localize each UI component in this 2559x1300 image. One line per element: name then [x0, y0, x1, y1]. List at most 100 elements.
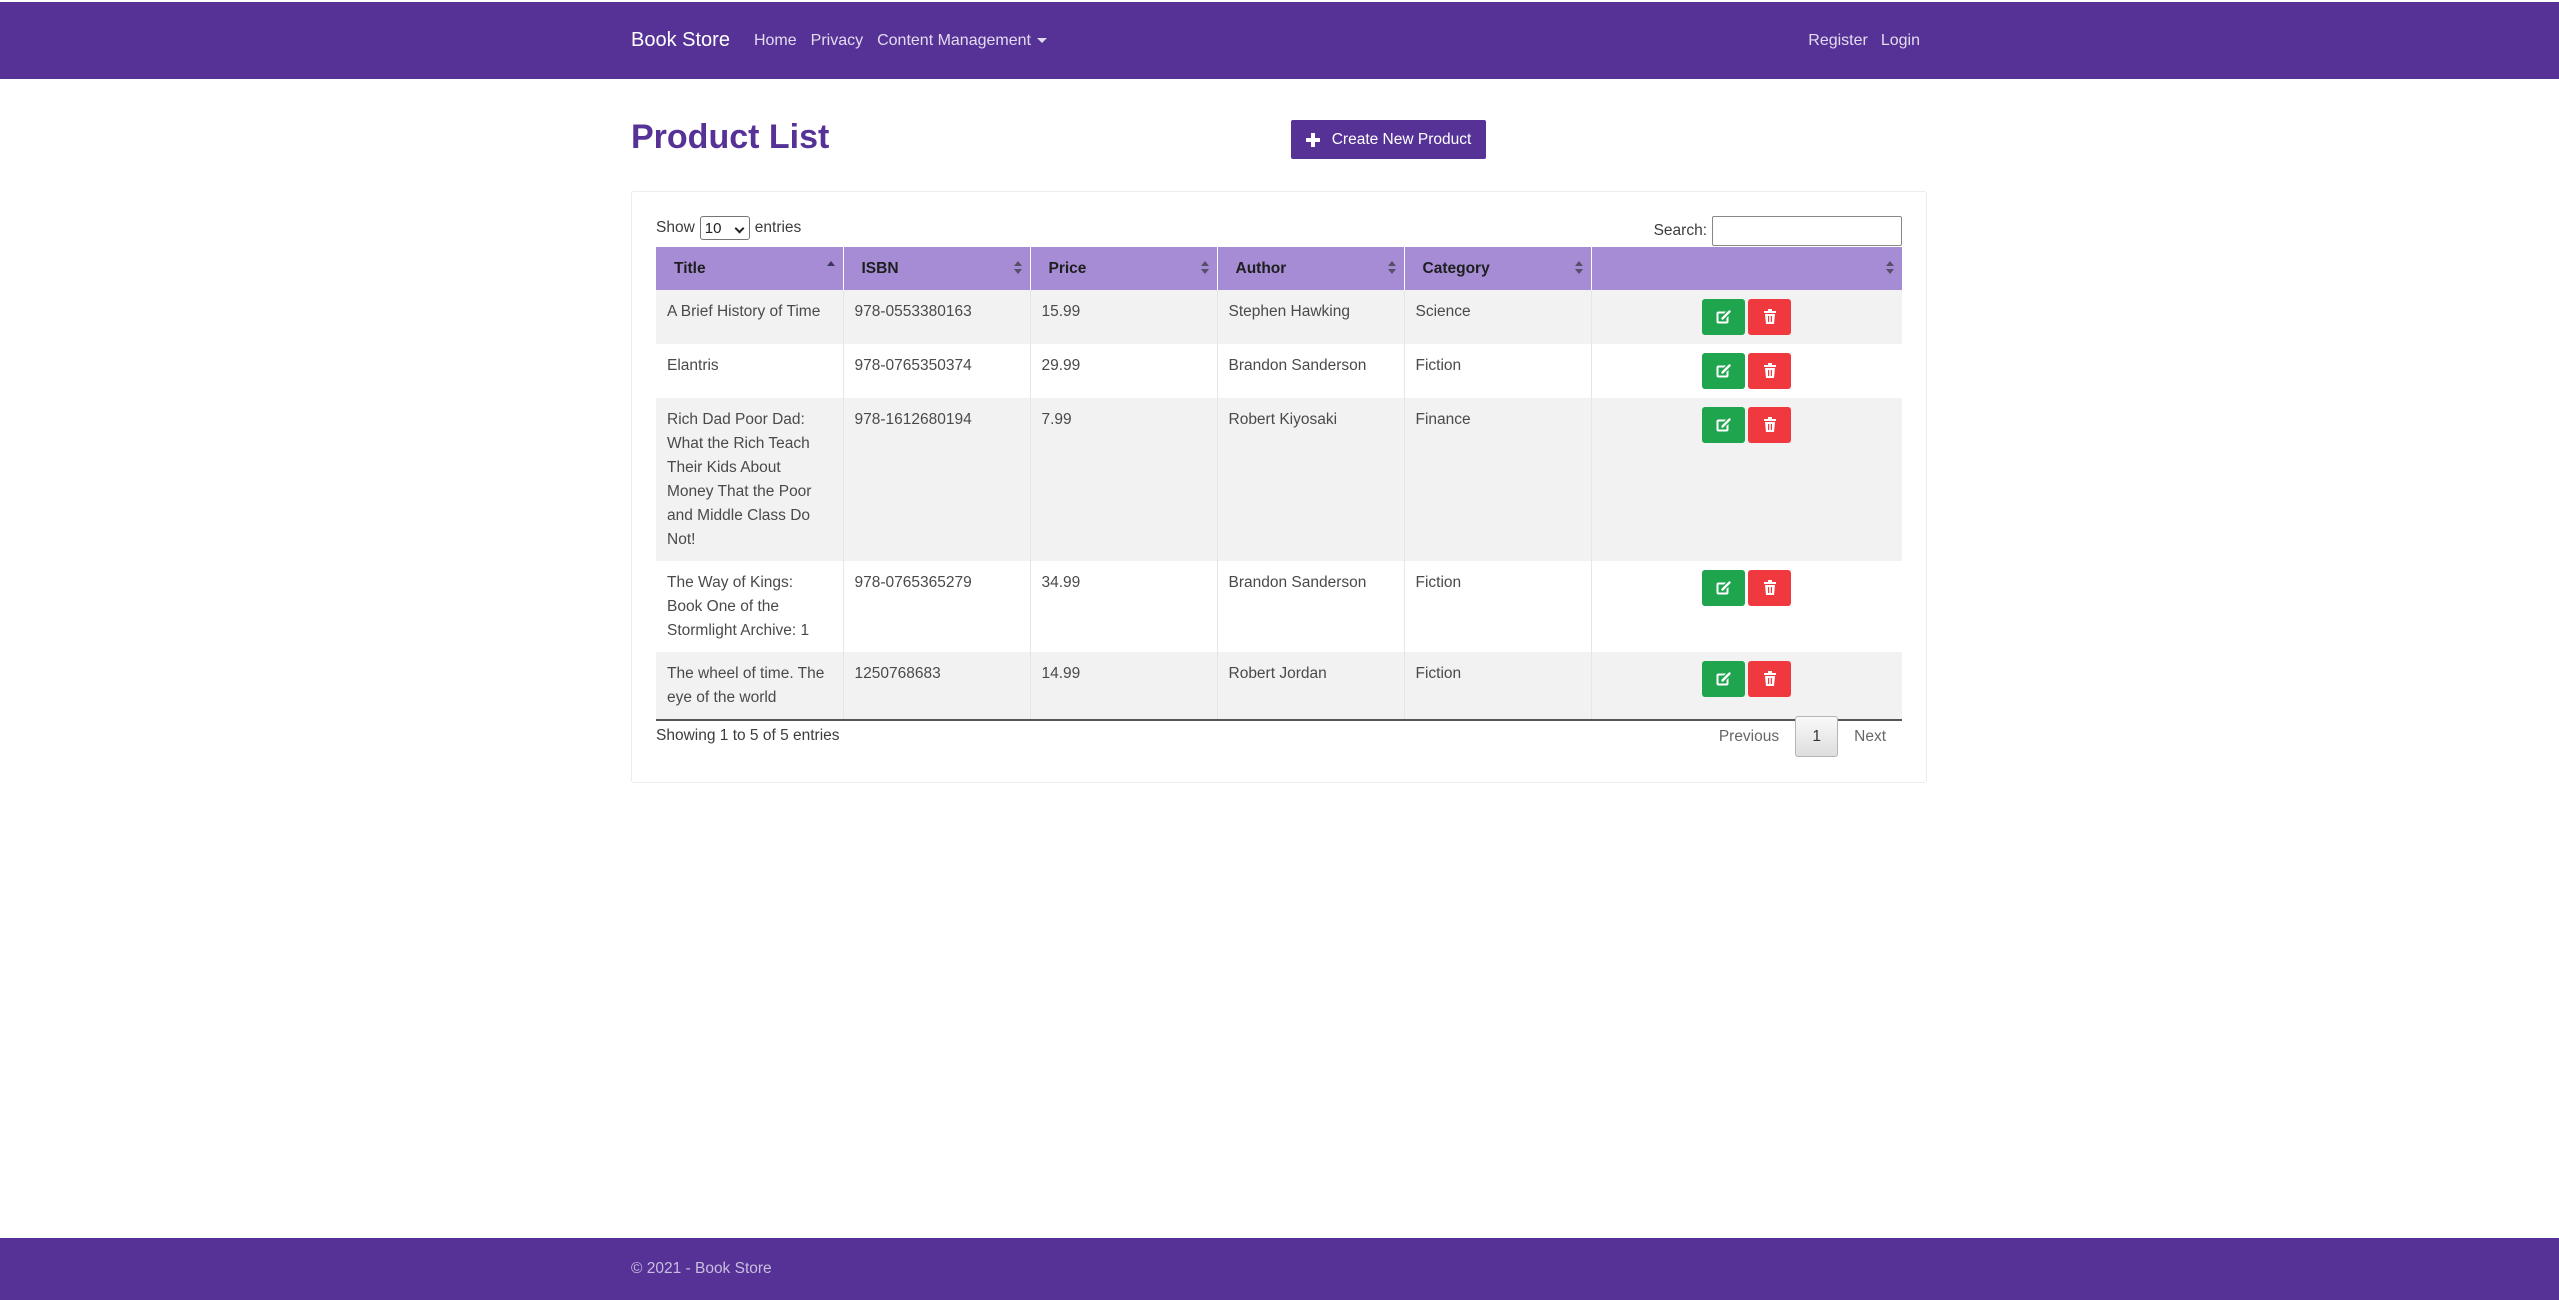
edit-icon: [1716, 309, 1732, 324]
sort-icon: [1886, 260, 1894, 276]
nav-privacy-link[interactable]: Privacy: [811, 32, 863, 50]
column-header-label: Title: [674, 259, 706, 277]
column-header-author[interactable]: Author: [1216, 247, 1404, 290]
nav-register-link[interactable]: Register: [1808, 32, 1868, 50]
table-header-row: Title ISBN Price Author Category: [656, 247, 1902, 290]
table-info-text: Showing 1 to 5 of 5 entries: [656, 727, 840, 744]
nav-auth-links: Register Login: [1795, 2, 1920, 79]
trash-icon: [1763, 309, 1776, 324]
edit-button[interactable]: [1702, 570, 1746, 606]
entries-length-select[interactable]: 10: [699, 216, 750, 240]
sort-ascending-icon: [826, 260, 835, 276]
edit-button[interactable]: [1702, 661, 1746, 697]
table-row: A Brief History of Time 978-0553380163 15.…: [656, 290, 1902, 344]
sort-icon: [1013, 260, 1022, 276]
column-header-label: Author: [1235, 259, 1287, 277]
column-header-label: Category: [1422, 259, 1490, 277]
pagination: Previous 1 Next: [1703, 716, 1902, 757]
column-header-category[interactable]: Category: [1403, 247, 1591, 290]
edit-button[interactable]: [1702, 353, 1746, 389]
cell-price: 7.99: [1029, 398, 1217, 561]
sort-icon: [1574, 260, 1583, 276]
next-page-button[interactable]: Next: [1838, 728, 1902, 746]
copyright-text: © 2021 - Book Store: [631, 1260, 772, 1277]
product-table-card: Show 10 entries Search: Title ISBN Price…: [631, 191, 1927, 783]
page-1-button[interactable]: 1: [1795, 716, 1839, 757]
cell-category: Fiction: [1403, 561, 1591, 652]
row-actions: [1702, 407, 1792, 443]
column-header-title[interactable]: Title: [656, 247, 843, 290]
cell-author: Stephen Hawking: [1216, 290, 1404, 344]
delete-button[interactable]: [1748, 407, 1792, 443]
row-actions: [1702, 570, 1792, 606]
cell-actions: [1590, 290, 1902, 344]
cell-author: Robert Jordan: [1216, 652, 1404, 721]
sort-icon: [1200, 260, 1209, 276]
edit-button[interactable]: [1702, 407, 1746, 443]
cell-isbn: 978-1612680194: [842, 398, 1030, 561]
column-header-actions[interactable]: [1590, 247, 1902, 290]
table-row: The Way of Kings: Book One of the Storml…: [656, 561, 1902, 652]
cell-actions: [1590, 398, 1902, 561]
search-label: Search:: [1653, 222, 1707, 239]
cell-category: Fiction: [1403, 652, 1591, 721]
edit-icon: [1716, 671, 1732, 686]
row-actions: [1702, 299, 1792, 335]
caret-down-icon: [1036, 38, 1047, 43]
search-input[interactable]: [1712, 216, 1902, 246]
create-new-product-button[interactable]: Create New Product: [1291, 120, 1486, 159]
nav-content-management-label: Content Management: [877, 31, 1031, 49]
entries-length-value: 10: [704, 219, 722, 237]
cell-title: Rich Dad Poor Dad: What the Rich Teach T…: [656, 398, 843, 561]
cell-title: A Brief History of Time: [656, 290, 843, 344]
table-row: Rich Dad Poor Dad: What the Rich Teach T…: [656, 398, 1902, 561]
brand-link[interactable]: Book Store: [631, 29, 730, 52]
cell-isbn: 1250768683: [842, 652, 1030, 721]
cell-actions: [1590, 561, 1902, 652]
site-footer: © 2021 - Book Store: [0, 1238, 2559, 1300]
delete-button[interactable]: [1748, 353, 1792, 389]
nav-content-management-dropdown[interactable]: Content Management: [877, 32, 1047, 50]
trash-icon: [1763, 580, 1776, 595]
delete-button[interactable]: [1748, 299, 1792, 335]
previous-page-button[interactable]: Previous: [1703, 728, 1795, 746]
cell-isbn: 978-0765365279: [842, 561, 1030, 652]
cell-title: The wheel of time. The eye of the world: [656, 652, 843, 721]
column-header-isbn[interactable]: ISBN: [842, 247, 1030, 290]
delete-button[interactable]: [1748, 661, 1792, 697]
row-actions: [1702, 353, 1792, 389]
cell-category: Fiction: [1403, 344, 1591, 398]
chevron-down-icon: [734, 223, 745, 234]
table-body: A Brief History of Time 978-0553380163 15.…: [656, 290, 1902, 721]
product-table: Title ISBN Price Author Category A Brief…: [656, 247, 1902, 721]
trash-icon: [1763, 363, 1776, 378]
cell-author: Brandon Sanderson: [1216, 561, 1404, 652]
delete-button[interactable]: [1748, 570, 1792, 606]
cell-price: 29.99: [1029, 344, 1217, 398]
cell-category: Finance: [1403, 398, 1591, 561]
sort-icon: [1387, 260, 1396, 276]
trash-icon: [1763, 417, 1776, 432]
column-header-label: ISBN: [861, 259, 899, 277]
cell-title: Elantris: [656, 344, 843, 398]
page-title: Product List: [631, 118, 830, 156]
plus-icon: [1305, 132, 1320, 147]
entries-label: entries: [754, 219, 802, 236]
cell-category: Science: [1403, 290, 1591, 344]
cell-actions: [1590, 344, 1902, 398]
edit-icon: [1716, 417, 1732, 432]
table-search-control: Search:: [1654, 216, 1902, 246]
cell-author: Robert Kiyosaki: [1216, 398, 1404, 561]
edit-icon: [1716, 363, 1732, 378]
create-new-product-label: Create New Product: [1331, 130, 1472, 148]
cell-price: 34.99: [1029, 561, 1217, 652]
row-actions: [1702, 661, 1792, 697]
edit-button[interactable]: [1702, 299, 1746, 335]
show-label: Show: [656, 219, 695, 236]
cell-price: 15.99: [1029, 290, 1217, 344]
nav-home-link[interactable]: Home: [754, 32, 797, 50]
cell-title: The Way of Kings: Book One of the Storml…: [656, 561, 843, 652]
table-row: Elantris 978-0765350374 29.99 Brandon Sande…: [656, 344, 1902, 398]
column-header-price[interactable]: Price: [1029, 247, 1217, 290]
nav-login-link[interactable]: Login: [1881, 32, 1920, 50]
